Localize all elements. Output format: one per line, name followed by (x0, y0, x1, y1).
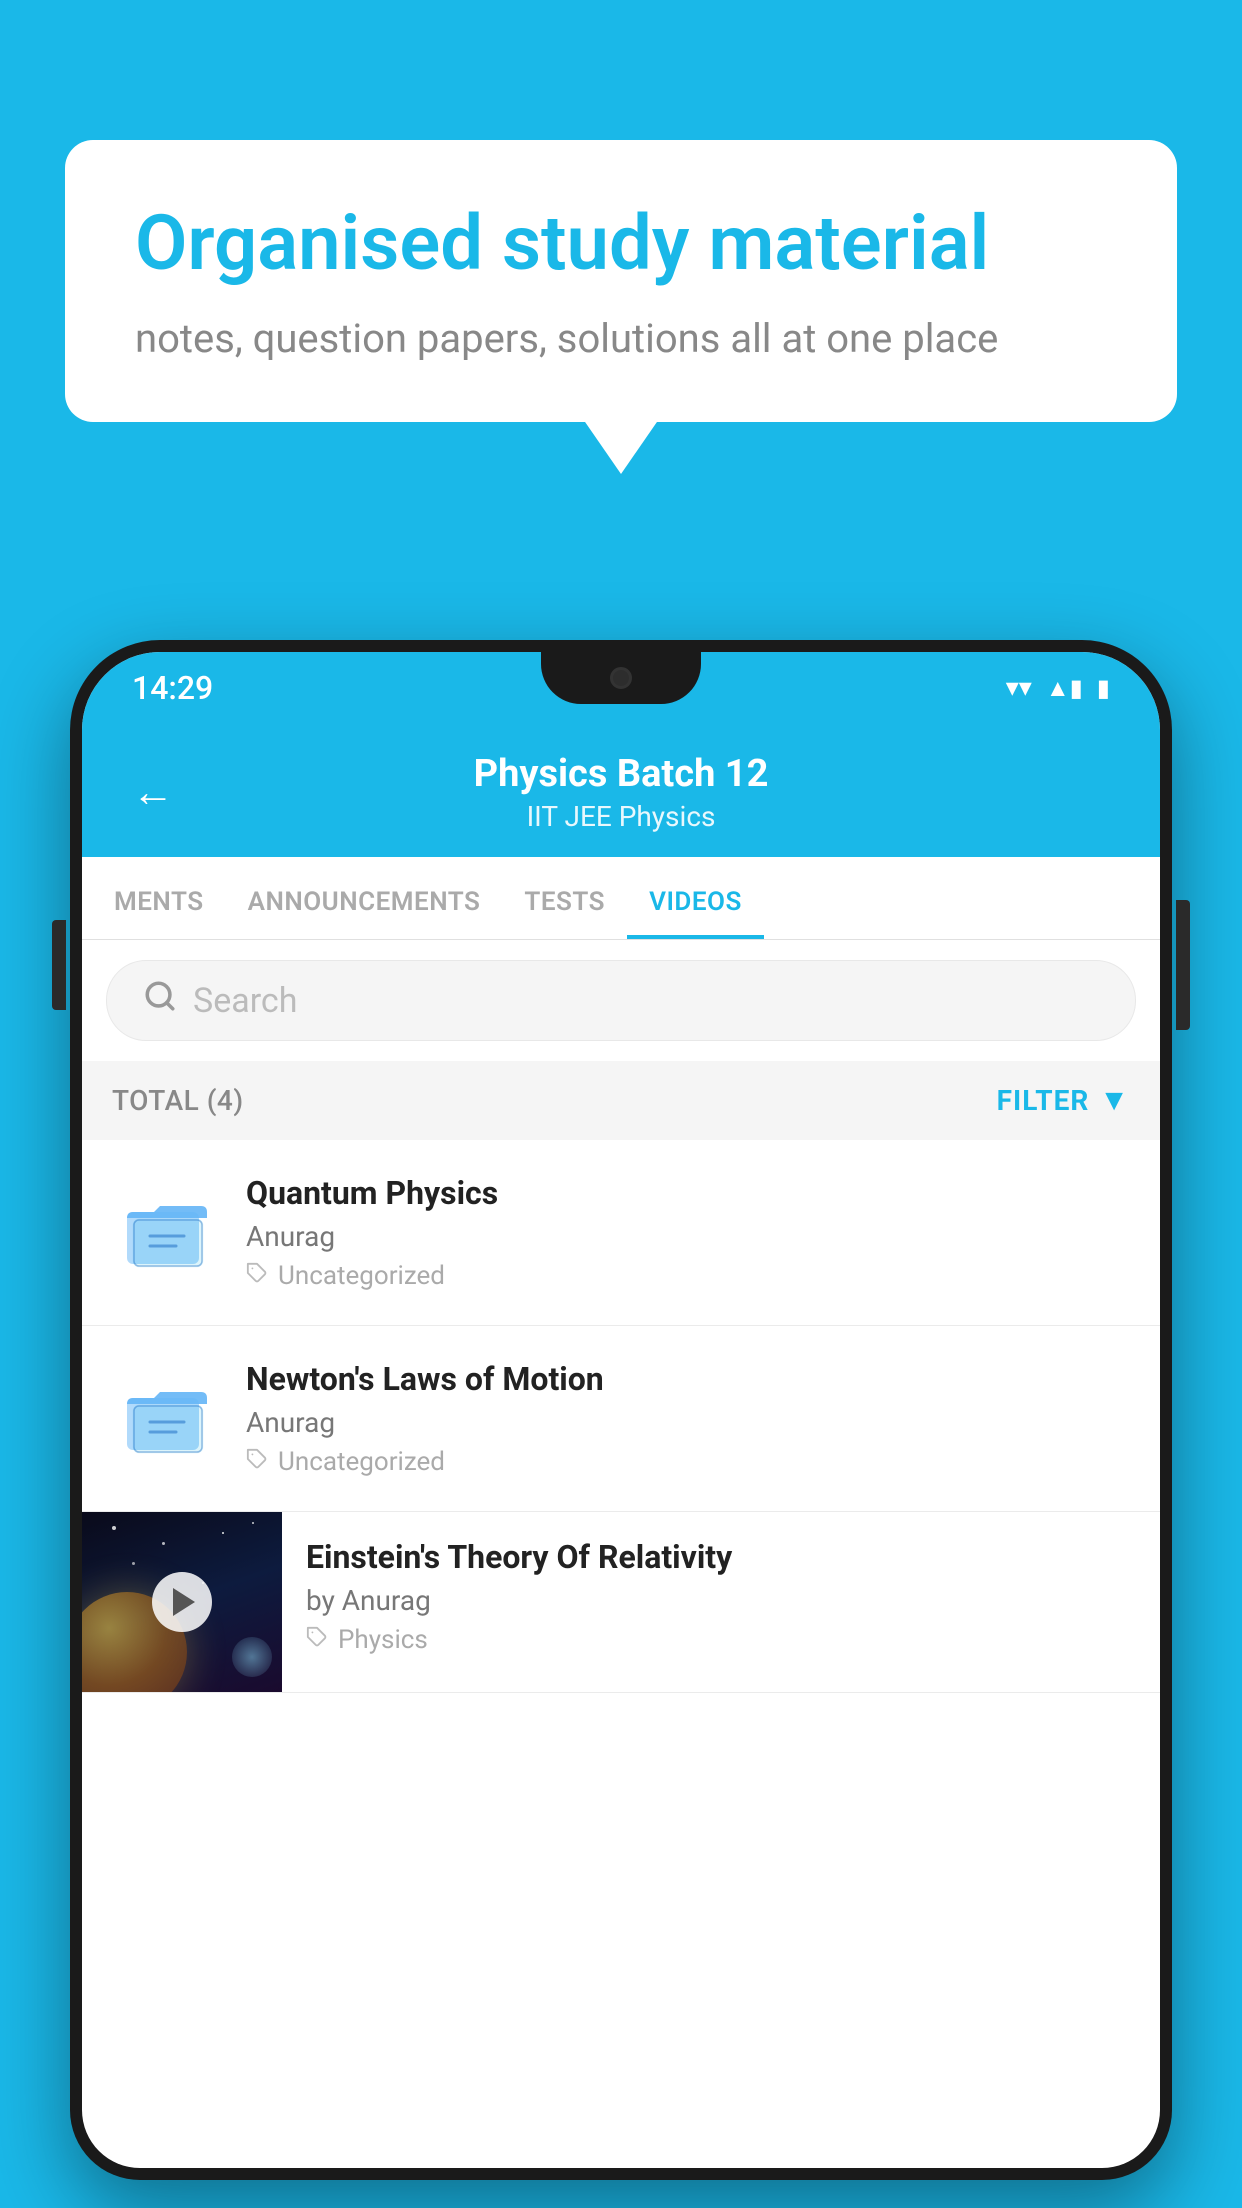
wifi-icon: ▾▾ (1006, 673, 1032, 703)
total-count: TOTAL (4) (112, 1084, 244, 1117)
video-title: Quantum Physics (246, 1174, 1130, 1212)
tag-icon (246, 1262, 268, 1290)
app-header: ← Physics Batch 12 IIT JEE Physics (82, 724, 1160, 857)
search-container: Search (82, 940, 1160, 1061)
video-author: Anurag (246, 1220, 1130, 1253)
signal-icon: ▲▮ (1046, 674, 1083, 703)
tab-announcements[interactable]: ANNOUNCEMENTS (226, 857, 503, 939)
filter-label: FILTER (997, 1084, 1090, 1117)
battery-icon: ▮ (1097, 674, 1110, 702)
video-list: Quantum Physics Anurag Uncategorized (82, 1140, 1160, 1693)
tab-videos[interactable]: VIDEOS (627, 857, 764, 939)
tag-label: Uncategorized (278, 1261, 445, 1291)
video-info: Einstein's Theory Of Relativity by Anura… (282, 1512, 1160, 1681)
tab-tests[interactable]: TESTS (502, 857, 627, 939)
video-tag: Uncategorized (246, 1447, 1130, 1477)
video-tag: Uncategorized (246, 1261, 1130, 1291)
camera-dot (610, 667, 632, 689)
notch (541, 652, 701, 704)
search-placeholder: Search (193, 981, 297, 1021)
phone-mockup: 14:29 ▾▾ ▲▮ ▮ ← Physics Batch 12 IIT JEE… (70, 640, 1172, 2208)
video-info: Newton's Laws of Motion Anurag Uncategor… (246, 1360, 1130, 1477)
tab-ments[interactable]: MENTS (92, 857, 226, 939)
status-time: 14:29 (132, 669, 213, 707)
header-title: Physics Batch 12 (204, 752, 1038, 796)
play-button[interactable] (152, 1572, 212, 1632)
filter-button[interactable]: FILTER ▼ (997, 1083, 1130, 1118)
tag-icon (306, 1626, 328, 1654)
video-title: Newton's Laws of Motion (246, 1360, 1130, 1398)
list-item[interactable]: Einstein's Theory Of Relativity by Anura… (82, 1512, 1160, 1693)
tag-icon (246, 1448, 268, 1476)
search-bar[interactable]: Search (106, 960, 1136, 1041)
hero-title: Organised study material (135, 200, 1107, 287)
search-icon (143, 979, 177, 1022)
tag-label: Uncategorized (278, 1447, 445, 1477)
video-thumbnail (82, 1512, 282, 1692)
list-item[interactable]: Quantum Physics Anurag Uncategorized (82, 1140, 1160, 1326)
header-subtitle: IIT JEE Physics (204, 800, 1038, 833)
video-author: Anurag (246, 1406, 1130, 1439)
folder-thumbnail (112, 1174, 222, 1284)
folder-thumbnail (112, 1360, 222, 1470)
status-bar: 14:29 ▾▾ ▲▮ ▮ (82, 652, 1160, 724)
back-button[interactable]: ← (132, 772, 174, 814)
video-title: Einstein's Theory Of Relativity (306, 1538, 1136, 1576)
video-info: Quantum Physics Anurag Uncategorized (246, 1174, 1130, 1291)
video-tag: Physics (306, 1625, 1136, 1655)
tag-label: Physics (338, 1625, 428, 1655)
hero-subtitle: notes, question papers, solutions all at… (135, 315, 1107, 362)
status-icons: ▾▾ ▲▮ ▮ (1006, 673, 1110, 703)
filter-row: TOTAL (4) FILTER ▼ (82, 1061, 1160, 1140)
filter-funnel-icon: ▼ (1099, 1083, 1130, 1118)
list-item[interactable]: Newton's Laws of Motion Anurag Uncategor… (82, 1326, 1160, 1512)
tabs-bar: MENTS ANNOUNCEMENTS TESTS VIDEOS (82, 857, 1160, 940)
video-author: by Anurag (306, 1584, 1136, 1617)
speech-bubble-card: Organised study material notes, question… (65, 140, 1177, 422)
